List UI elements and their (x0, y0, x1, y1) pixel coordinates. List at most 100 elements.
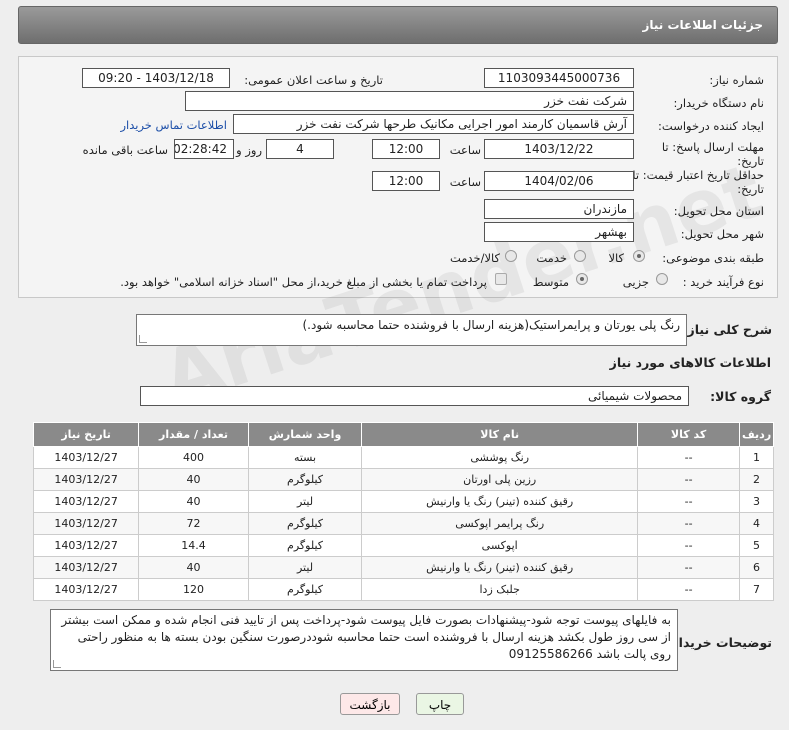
cell-qty: 14.4 (138, 534, 249, 557)
province-field: مازندران (484, 199, 634, 219)
days-remaining-field: 4 (266, 139, 334, 159)
summary-field: رنگ پلی یورتان و پرایمراستیک(هزینه ارسال… (136, 314, 687, 346)
cell-code: -- (637, 490, 741, 513)
table-row: 3 -- رقیق کننده (تینر) رنگ یا وارنیش لیت… (32, 490, 774, 513)
cell-date: 1403/12/27 (32, 578, 140, 601)
table-row: 1 -- رنگ پوششی بسته 400 1403/12/27 (32, 446, 774, 469)
requester-field: آرش قاسمیان کارمند امور اجرایی مکانیک طر… (233, 114, 634, 134)
time-remaining-label: ساعت باقی مانده (82, 143, 168, 157)
cell-name: رقیق کننده (تینر) رنگ یا وارنیش (361, 556, 639, 579)
print-button[interactable]: چاپ (416, 693, 464, 715)
back-button[interactable]: بازگشت (340, 693, 400, 715)
category-radio-service[interactable] (574, 250, 586, 262)
cell-code: -- (637, 446, 741, 469)
table-header-row: ردیف کد کالا نام کالا واحد شمارش تعداد /… (32, 422, 774, 447)
price-time-field: 12:00 (372, 171, 440, 191)
price-validity-label: حداقل تاریخ اعتبار قیمت: تا (632, 168, 764, 182)
cell-code: -- (637, 468, 741, 491)
col-code: کد کالا (637, 422, 741, 447)
buyer-notes-label: توضیحات خریدار: (666, 635, 772, 650)
cell-row: 2 (739, 468, 774, 491)
summary-text: رنگ پلی یورتان و پرایمراستیک(هزینه ارسال… (302, 318, 681, 332)
cell-unit: کیلوگرم (247, 534, 363, 557)
cell-name: رقیق کننده (تینر) رنگ یا وارنیش (361, 490, 639, 513)
requester-label: ایجاد کننده درخواست: (658, 119, 764, 133)
cell-date: 1403/12/27 (32, 534, 140, 557)
cell-name: اپوکسی (361, 534, 639, 557)
cell-unit: کیلوگرم (247, 512, 363, 535)
cell-qty: 40 (138, 556, 249, 579)
cell-unit: لیتر (247, 556, 363, 579)
time-remaining-field: 02:28:42 (174, 139, 234, 159)
category-option-goods: کالا (608, 251, 624, 265)
category-label: طبقه بندی موضوعی: (662, 251, 764, 265)
summary-label: شرح کلی نیاز: (682, 322, 772, 337)
process-label: نوع فرآیند خرید : (682, 275, 764, 289)
need-number-label: شماره نیاز: (709, 73, 764, 87)
cell-row: 6 (739, 556, 774, 579)
cell-date: 1403/12/27 (32, 556, 140, 579)
city-label: شهر محل تحویل: (680, 227, 764, 241)
cell-name: رزین پلی اورتان (361, 468, 639, 491)
cell-row: 4 (739, 512, 774, 535)
cell-row: 3 (739, 490, 774, 513)
goods-group-field: محصولات شیمیائی (140, 386, 689, 406)
col-name: نام کالا (361, 422, 639, 447)
table-row: 7 -- جلبک زدا کیلوگرم 120 1403/12/27 (32, 578, 774, 601)
reply-time-label: ساعت (449, 143, 481, 157)
cell-code: -- (637, 556, 741, 579)
reply-time-field: 12:00 (372, 139, 440, 159)
days-label: روز و (236, 143, 262, 157)
cell-qty: 72 (138, 512, 249, 535)
cell-code: -- (637, 578, 741, 601)
goods-info-title: اطلاعات کالاهای مورد نیاز (609, 355, 771, 370)
page-title: جزئیات اطلاعات نیاز (642, 18, 763, 32)
need-number-field: 1103093445000736 (484, 68, 634, 88)
cell-date: 1403/12/27 (32, 512, 140, 535)
col-row: ردیف (739, 422, 774, 447)
table-row: 5 -- اپوکسی کیلوگرم 14.4 1403/12/27 (32, 534, 774, 557)
cell-date: 1403/12/27 (32, 490, 140, 513)
buyer-org-label: نام دستگاه خریدار: (673, 96, 764, 110)
table-row: 6 -- رقیق کننده (تینر) رنگ یا وارنیش لیت… (32, 556, 774, 579)
resize-handle[interactable] (53, 660, 61, 668)
reply-deadline-label-2: تاریخ: (737, 154, 764, 168)
cell-row: 5 (739, 534, 774, 557)
cell-name: رنگ پرایمر اپوکسی (361, 512, 639, 535)
process-radio-minor[interactable] (656, 273, 668, 285)
resize-handle[interactable] (139, 335, 147, 343)
goods-group-label: گروه کالا: (710, 389, 771, 404)
cell-row: 7 (739, 578, 774, 601)
treasury-payment-checkbox[interactable] (495, 273, 507, 285)
category-option-both: کالا/خدمت (449, 251, 500, 265)
category-radio-both[interactable] (505, 250, 517, 262)
buyer-org-field: شرکت نفت خزر (185, 91, 634, 111)
city-field: بهشهر (484, 222, 634, 242)
reply-deadline-label: مهلت ارسال پاسخ: تا (661, 140, 764, 154)
announce-label: تاریخ و ساعت اعلان عمومی: (244, 73, 383, 87)
cell-unit: بسته (247, 446, 363, 469)
reply-date-field: 1403/12/22 (484, 139, 634, 159)
treasury-payment-note: پرداخت تمام یا بخشی از مبلغ خرید،از محل … (120, 275, 487, 289)
cell-date: 1403/12/27 (32, 468, 140, 491)
cell-code: -- (637, 534, 741, 557)
process-option-medium: متوسط (532, 275, 569, 289)
price-date-field: 1404/02/06 (484, 171, 634, 191)
cell-name: جلبک زدا (361, 578, 639, 601)
province-label: استان محل تحویل: (673, 204, 764, 218)
cell-date: 1403/12/27 (32, 446, 140, 469)
process-radio-medium[interactable] (576, 273, 588, 285)
buyer-notes-text: به فایلهای پیوست توجه شود-پیشنهادات بصور… (61, 613, 671, 661)
cell-row: 1 (739, 446, 774, 469)
buyer-contact-link[interactable]: اطلاعات تماس خریدار (120, 118, 227, 132)
page-header: جزئیات اطلاعات نیاز (18, 6, 778, 44)
cell-unit: کیلوگرم (247, 468, 363, 491)
cell-qty: 40 (138, 468, 249, 491)
col-qty: تعداد / مقدار (138, 422, 249, 447)
cell-unit: کیلوگرم (247, 578, 363, 601)
announce-field: 1403/12/18 - 09:20 (82, 68, 230, 88)
price-validity-label-2: تاریخ: (737, 182, 764, 196)
table-row: 4 -- رنگ پرایمر اپوکسی کیلوگرم 72 1403/1… (32, 512, 774, 535)
price-time-label: ساعت (449, 175, 481, 189)
category-radio-goods[interactable] (633, 250, 645, 262)
